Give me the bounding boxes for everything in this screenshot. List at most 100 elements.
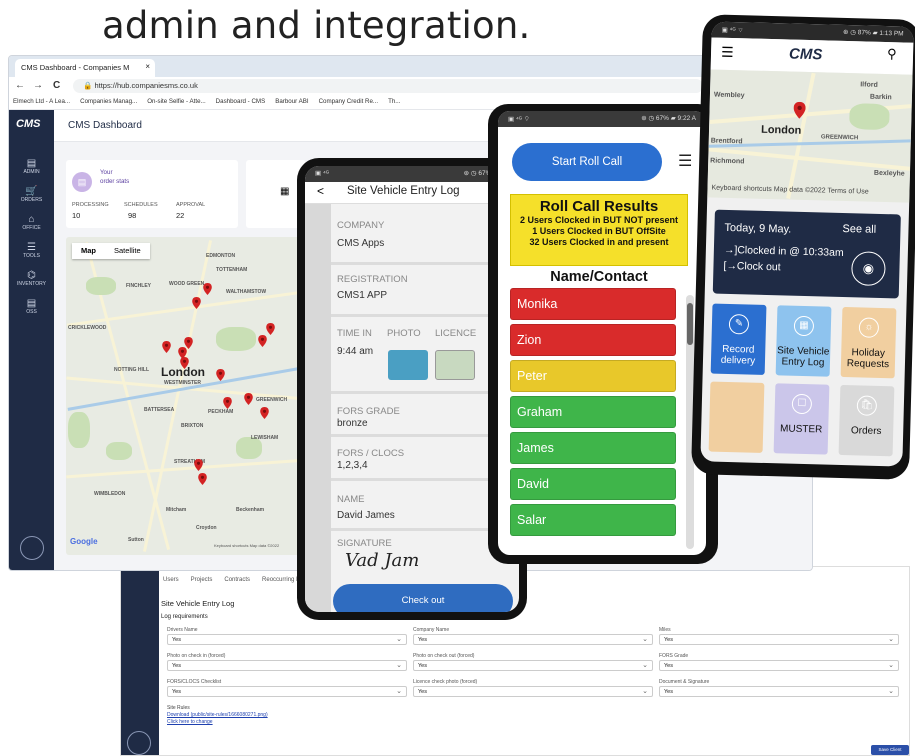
clock-in-card: Today, 9 May. See all →]Clocked in @ 10:… — [712, 209, 901, 299]
hamburger-menu-icon[interactable]: ☰ — [721, 44, 734, 61]
roll-call-row[interactable]: Graham — [510, 396, 676, 428]
site-rules-download-link[interactable]: Download (public/site-rules/1666080271.p… — [167, 712, 268, 719]
map-label: TOTTENHAM — [216, 267, 248, 273]
navigation-bar: ← → C 🔒 https://hub.companiesms.co.uk — [9, 77, 812, 95]
bookmark[interactable]: Dashboard - CMS — [216, 98, 266, 106]
clock-out-button[interactable]: [→Clock out — [723, 260, 780, 273]
address-bar[interactable]: 🔒 https://hub.companiesms.co.uk — [73, 79, 703, 93]
sidebar-item-oss[interactable]: ▤ OSS — [9, 298, 54, 315]
bookmark[interactable]: Elmech Ltd - A Lea... — [13, 98, 70, 106]
roll-call-results-panel: Roll Call Results 2 Users Clocked in BUT… — [510, 194, 688, 266]
status-right: ⊛ ◷ 87% ▰ 1:13 PM — [842, 28, 904, 38]
bookmark[interactable]: Barbour ABI — [275, 98, 308, 106]
roll-call-row[interactable]: Monika — [510, 288, 676, 320]
bookmark[interactable]: Th... — [388, 98, 400, 106]
map-pin-icon[interactable] — [198, 473, 207, 485]
results-line: 32 Users Clocked in and present — [529, 237, 669, 247]
map-pin-icon[interactable] — [203, 283, 212, 295]
change-rules-link[interactable]: Click here to change — [167, 719, 268, 726]
sidebar-item-inventory[interactable]: ⌬ INVENTORY — [9, 270, 54, 287]
roll-call-row[interactable]: Salar — [510, 504, 676, 536]
back-icon[interactable]: ← — [15, 80, 25, 91]
licence-photo-select[interactable]: Yes — [413, 686, 653, 697]
satellite-tab[interactable]: Satellite — [105, 243, 150, 259]
map-pin-icon[interactable] — [192, 297, 201, 309]
map-pin-icon[interactable] — [793, 101, 806, 119]
site-vehicle-entry-log-tile[interactable]: ▦ Site Vehicle Entry Log — [775, 305, 832, 377]
today-date: Today, 9 May. — [724, 221, 792, 236]
sidebar-item-orders[interactable]: 🛒 ORDERS — [9, 186, 54, 203]
map-label: Bexleyhe — [873, 169, 905, 178]
field-label: Document & Signature — [659, 679, 710, 685]
bookmark[interactable]: Companies Manag... — [80, 98, 137, 106]
phone-map[interactable]: Ilford Barkin Wembley Brentford Richmond… — [707, 69, 913, 203]
user-icon[interactable]: ⚲ — [887, 46, 897, 62]
map-label: Barkin — [869, 93, 892, 102]
check-out-button[interactable]: Check out — [333, 584, 513, 612]
map-pin-icon[interactable] — [244, 393, 253, 405]
camera-icon[interactable]: ◉ — [851, 251, 886, 287]
tab-projects[interactable]: Projects — [191, 577, 213, 583]
status-left: ▣ ⁴ᴳ — [315, 170, 329, 177]
reload-icon[interactable]: C — [53, 80, 60, 91]
roll-call-row[interactable]: Peter — [510, 360, 676, 392]
record-delivery-tile[interactable]: ✎ Record delivery — [710, 303, 767, 375]
browser-tab[interactable]: CMS Dashboard - Companies M × — [15, 59, 155, 77]
document-signature-select[interactable]: Yes — [659, 686, 899, 697]
phone-screen: ▣ ⁴ᴳ ⌔ ⊛ ◷ 67% ▰ 9:22 A Start Roll Call ☰… — [498, 111, 706, 555]
forward-icon[interactable]: → — [33, 80, 43, 91]
licence-photo[interactable] — [435, 350, 475, 380]
see-all-link[interactable]: See all — [842, 223, 876, 236]
miles-select[interactable]: Yes — [659, 634, 899, 645]
close-tab-icon[interactable]: × — [145, 62, 150, 71]
sidebar-item-tools[interactable]: ☰ TOOLS — [9, 242, 54, 259]
orders-tile[interactable]: 🛍 Orders — [838, 384, 895, 457]
field-label: FORS/CLOCS Checklist — [167, 679, 222, 685]
save-client-button[interactable]: Save Client — [871, 745, 909, 755]
field-label: Photo on check out (forced) — [413, 653, 475, 659]
drivers-name-select[interactable]: Yes — [167, 634, 407, 645]
back-chevron-icon[interactable]: < — [317, 184, 324, 198]
scrollbar-thumb[interactable] — [687, 303, 693, 345]
roll-call-row[interactable]: Zion — [510, 324, 676, 356]
map-tab[interactable]: Map — [72, 243, 105, 259]
roll-call-row[interactable]: David — [510, 468, 676, 500]
photo-check-in-select[interactable]: Yes — [167, 660, 407, 671]
map-pin-icon[interactable] — [194, 459, 203, 471]
blank-tile[interactable] — [708, 381, 765, 453]
company-name-select[interactable]: Yes — [413, 634, 653, 645]
start-roll-call-button[interactable]: Start Roll Call — [512, 143, 662, 181]
status-left: ▣ ⁴ᴳ ⌔ — [721, 26, 744, 35]
help-circle-icon[interactable] — [20, 536, 44, 560]
map-pin-icon[interactable] — [180, 357, 189, 369]
map-pin-icon[interactable] — [162, 341, 171, 353]
hamburger-menu-icon[interactable]: ☰ — [678, 151, 692, 171]
sidebar-item-admin[interactable]: ▤ ADMIN — [9, 158, 54, 175]
map-label: Sutton — [128, 537, 144, 543]
map-pin-icon[interactable] — [260, 407, 269, 419]
fors-grade-select[interactable]: Yes — [659, 660, 899, 671]
bookmark[interactable]: Company Credit Re... — [319, 98, 379, 106]
map-pin-icon[interactable] — [216, 369, 225, 381]
holiday-requests-tile[interactable]: ☼ Holiday Requests — [840, 306, 897, 379]
help-circle-icon[interactable] — [127, 731, 151, 755]
roll-call-row[interactable]: James — [510, 432, 676, 464]
muster-tile[interactable]: ☐ MUSTER — [773, 383, 830, 455]
photo-label: PHOTO — [387, 328, 421, 339]
results-line: 2 Users Clocked in BUT NOT present — [519, 215, 679, 225]
tab-contracts[interactable]: Contracts — [224, 577, 250, 583]
map-pin-icon[interactable] — [266, 323, 275, 335]
order-stats-card: ▤ Your order stats PROCESSING 10 SCHEDULE… — [66, 160, 238, 228]
photo-check-out-select[interactable]: Yes — [413, 660, 653, 671]
sidebar-label: INVENTORY — [17, 281, 46, 287]
tab-users[interactable]: Users — [163, 577, 179, 583]
vehicle-photo[interactable] — [388, 350, 428, 380]
sidebar-item-office[interactable]: ⌂ OFFICE — [9, 214, 54, 231]
fors-clocs-select[interactable]: Yes — [167, 686, 407, 697]
form-subtitle: Log requirements — [161, 614, 208, 620]
screen-header: < Site Vehicle Entry Log — [305, 182, 519, 204]
locations-map[interactable]: Map Satellite EDMONTON FINCHLEY WOOD GRE… — [66, 237, 306, 555]
bookmark[interactable]: On-site Selfie - Atte... — [147, 98, 205, 106]
map-pin-icon[interactable] — [223, 397, 232, 409]
map-pin-icon[interactable] — [258, 335, 267, 347]
